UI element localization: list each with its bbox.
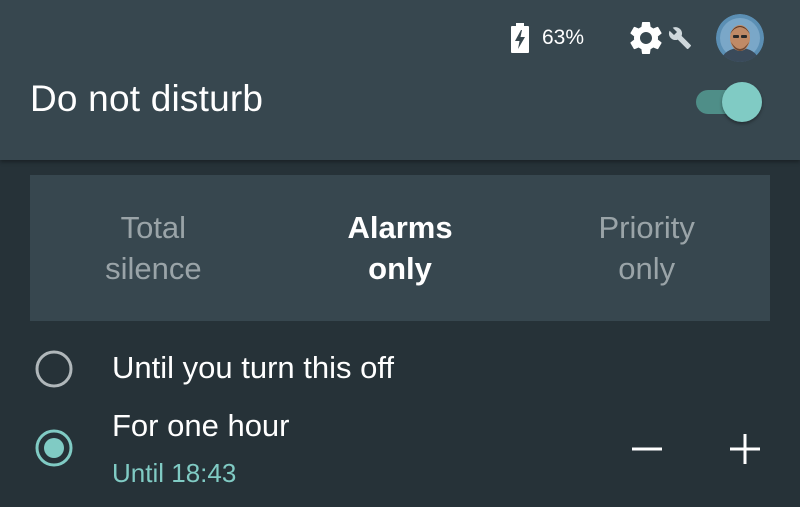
battery-charging-icon xyxy=(510,23,530,53)
minus-icon[interactable] xyxy=(622,424,672,474)
mode-label-line2: silence xyxy=(105,251,202,286)
mode-alarms-only[interactable]: Alarms only xyxy=(277,175,524,321)
do-not-disturb-panel: 63% Do not disturb Total silence Alarms … xyxy=(0,0,800,507)
mode-label-line1: Priority xyxy=(598,210,695,245)
mode-label-line2: only xyxy=(618,251,676,286)
wrench-icon xyxy=(668,26,692,50)
mode-label-line2: only xyxy=(368,251,432,286)
radio-checked-icon[interactable] xyxy=(34,428,74,468)
page-title: Do not disturb xyxy=(30,78,264,119)
gear-icon[interactable] xyxy=(626,18,666,58)
option-label: Until you turn this off xyxy=(112,350,395,385)
mode-total-silence[interactable]: Total silence xyxy=(30,175,277,321)
mode-label-line1: Alarms xyxy=(347,210,453,245)
mode-selector: Total silence Alarms only Priority only xyxy=(30,175,770,321)
mode-label-line1: Total xyxy=(120,210,187,245)
dnd-toggle[interactable] xyxy=(694,80,766,124)
option-label: For one hour xyxy=(112,408,290,443)
toggle-thumb xyxy=(722,82,762,122)
radio-unchecked-icon[interactable] xyxy=(34,349,74,389)
option-for-one-hour[interactable]: For one hour Until 18:43 xyxy=(0,404,800,504)
plus-icon[interactable] xyxy=(720,424,770,474)
status-row: 63% xyxy=(510,12,764,64)
option-until-turned-off[interactable]: Until you turn this off xyxy=(0,342,800,396)
option-end-time: Until 18:43 xyxy=(112,458,237,488)
battery-percent: 63% xyxy=(541,26,584,49)
mode-priority-only[interactable]: Priority only xyxy=(523,175,770,321)
avatar[interactable] xyxy=(716,14,764,62)
header: 63% Do not disturb xyxy=(0,0,800,160)
